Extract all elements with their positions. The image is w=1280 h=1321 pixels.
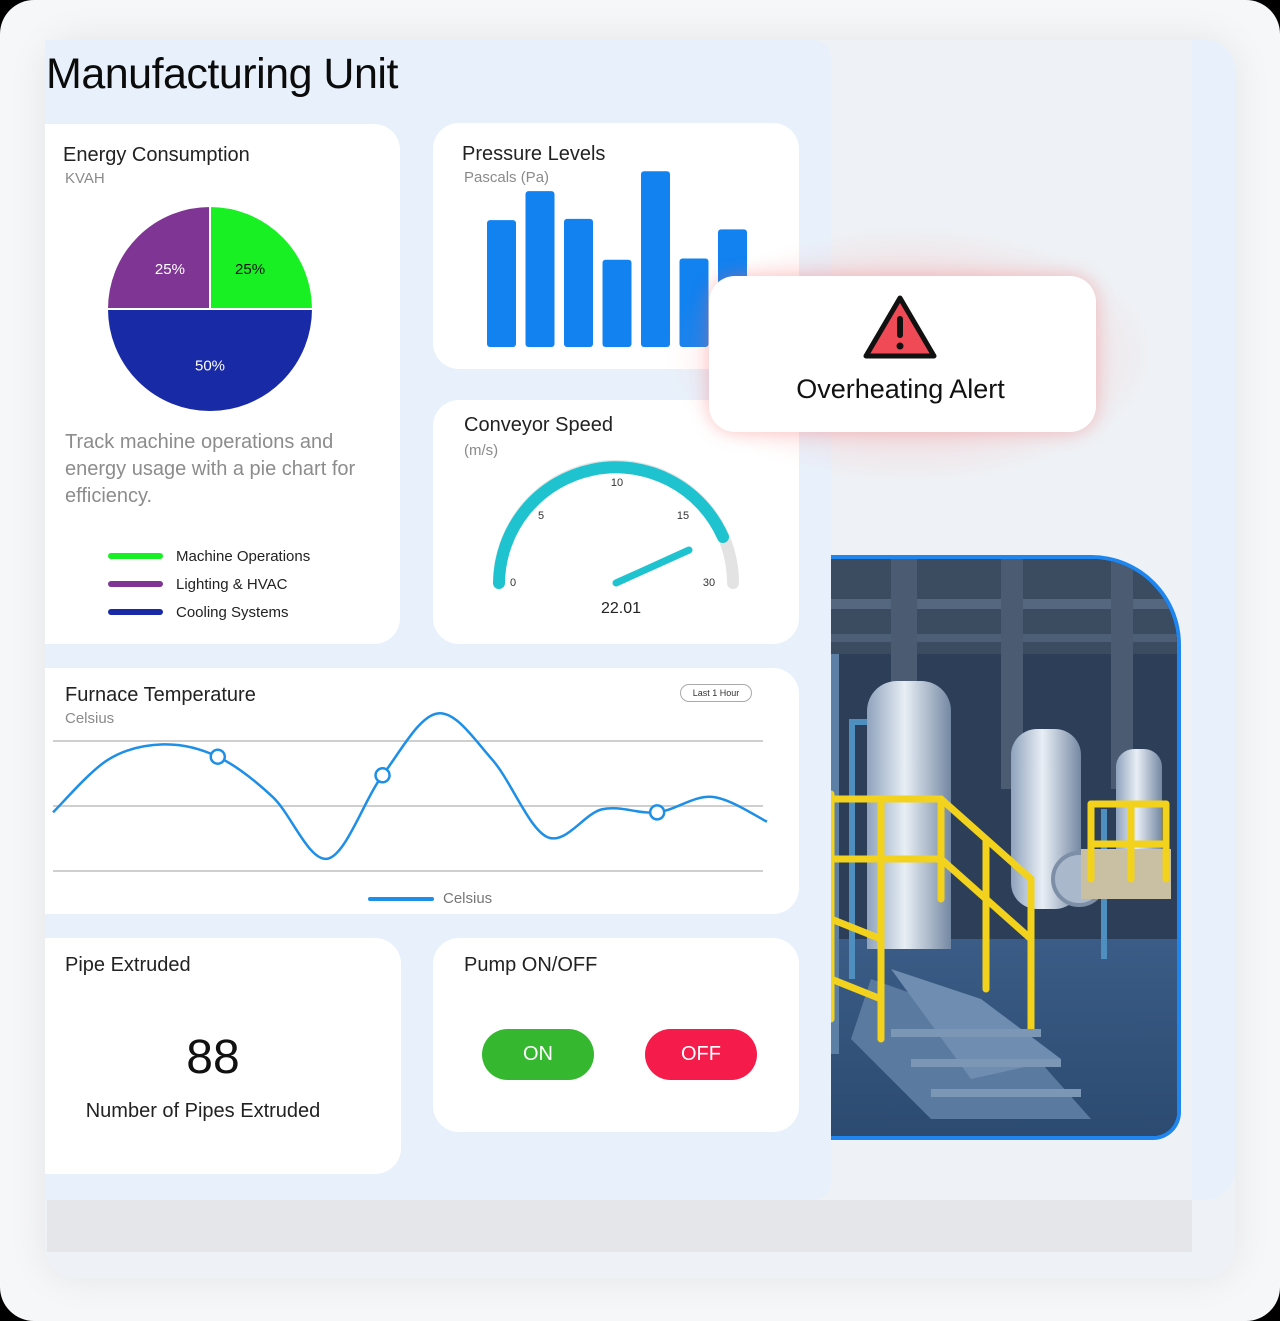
legend-label: Lighting & HVAC [176,575,288,593]
gauge-needle [612,546,693,587]
energy-consumption-card: Energy Consumption KVAH 25% 50% 25% Track … [45,124,400,644]
pie-slice-label: 50% [195,358,225,375]
legend-label: Machine Operations [176,547,311,565]
pie-slice [105,204,211,310]
overheating-alert[interactable]: Overheating Alert [709,276,1096,432]
legend-swatch [108,609,163,615]
gauge-value: 22.01 [600,600,642,617]
legend-item-cooling-systems: Cooling Systems [108,598,310,626]
pump-on-button[interactable]: ON [482,1029,594,1080]
pie-slice-label: 25% [155,261,185,278]
legend-item-lighting-hvac: Lighting & HVAC [108,570,310,598]
gauge-tick-label: 5 [538,510,544,522]
warning-icon [863,295,937,359]
pressure-bar [641,171,670,347]
furnace-legend: Celsius [368,890,492,907]
pipe-count-value: 88 [186,1031,240,1084]
time-range-selector[interactable]: Last 1 Hour [680,684,752,702]
pump-control-card: Pump ON/OFF ON OFF [433,938,799,1132]
side-panel-edge [1192,40,1235,1200]
alert-text: Overheating Alert [796,374,1005,404]
pipe-card-title: Pipe Extruded [65,954,191,976]
energy-card-title: Energy Consumption [63,144,250,166]
furnace-series-line [52,712,768,860]
industrial-plant-photo [831,555,1181,1140]
energy-card-unit: KVAH [65,170,105,187]
legend-label: Celsius [443,890,493,907]
pie-slice-label: 25% [235,261,265,278]
pump-card-title: Pump ON/OFF [464,954,598,976]
gauge-tick-label: 15 [677,510,689,522]
pie-slice [209,204,315,310]
data-point-marker[interactable] [648,804,666,821]
gauge-tick-label: 30 [703,577,715,589]
pump-off-button[interactable]: OFF [645,1029,757,1080]
legend-swatch [108,553,163,559]
energy-description: Track machine operations and energy usag… [65,431,356,507]
data-point-marker[interactable] [209,748,227,765]
legend-label: Cooling Systems [176,603,289,621]
furnace-card-unit: Celsius [65,710,115,727]
pressure-bar [525,191,555,347]
pressure-bar [487,220,516,347]
page-title: Manufacturing Unit [46,50,398,98]
pressure-bar [564,218,593,347]
energy-legend: Machine Operations Lighting & HVAC Cooli… [108,542,310,626]
bottom-strip [47,1200,1192,1252]
legend-swatch [108,581,163,587]
legend-swatch [368,896,434,901]
gauge-tick-label: 10 [611,477,623,489]
energy-pie-chart: 25% 50% 25% [105,204,315,413]
furnace-card-title: Furnace Temperature [65,684,256,706]
plant-illustration [831,559,1177,1136]
screenshot-frame: Manufacturing Unit Energy Consumption KV… [0,0,1280,1321]
gauge-tick-label: 0 [510,577,516,589]
pressure-bar [602,259,632,347]
data-point-marker[interactable] [374,767,391,784]
pipe-count-caption: Number of Pipes Extruded [85,1100,321,1122]
furnace-temperature-card: Furnace Temperature Celsius Last 1 Hour … [45,668,799,914]
legend-item-machine-operations: Machine Operations [108,542,310,570]
pipe-extruded-card: Pipe Extruded 88 Number of Pipes Extrude… [45,938,401,1174]
